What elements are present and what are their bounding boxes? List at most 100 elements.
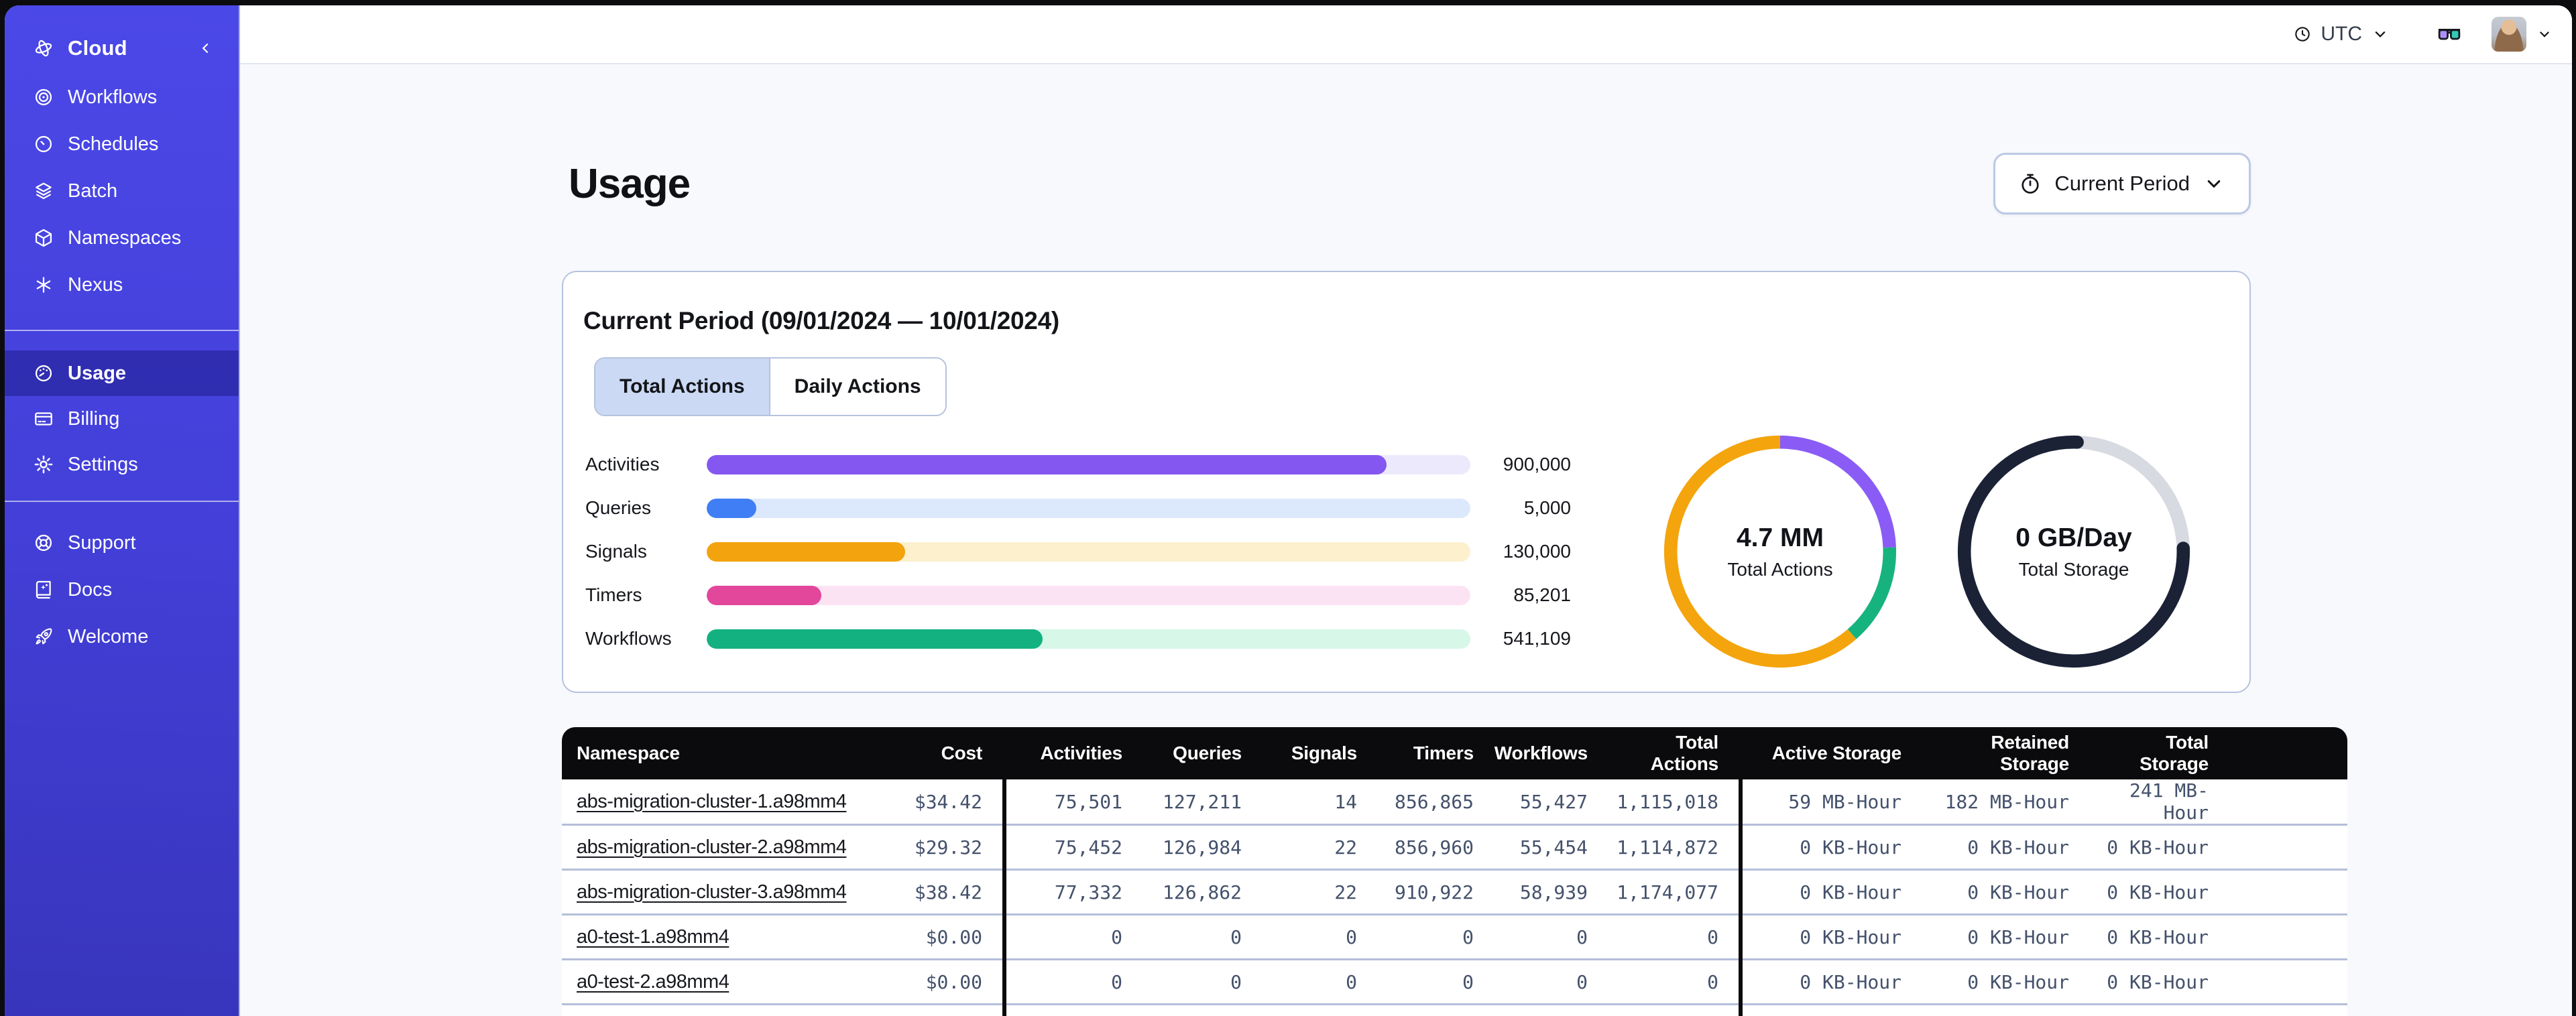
period-selector-button[interactable]: Current Period: [1993, 153, 2251, 214]
value-cell: 0: [1262, 913, 1377, 960]
tab-daily-actions[interactable]: Daily Actions: [768, 359, 945, 415]
usage-gauge-icon: [33, 363, 54, 384]
sidebar-item-docs[interactable]: Docs: [5, 566, 239, 613]
sidebar-item-support[interactable]: Support: [5, 519, 239, 566]
nexus-asterisk-icon: [33, 274, 54, 296]
namespace-link[interactable]: a0-test-1.a98mm4: [577, 926, 729, 948]
tab-total-actions[interactable]: Total Actions: [595, 359, 769, 415]
usage-bar-row-activities: Activities 900,000: [585, 454, 1571, 474]
page-content: Usage Current Period Current Period (09/…: [240, 64, 2572, 1016]
column-header-total-actions[interactable]: Total Actions: [1608, 727, 1741, 779]
chevron-down-icon: [2202, 172, 2226, 196]
timezone-label: UTC: [2321, 23, 2362, 45]
sidebar-item-label: Nexus: [68, 273, 123, 296]
namespace-usage-table: Namespace Cost Activities Queries Signals Tim…: [562, 727, 2347, 1016]
sidebar-item-nexus[interactable]: Nexus: [5, 261, 239, 308]
column-header-workflows[interactable]: Workflows: [1494, 727, 1608, 779]
sidebar-divider: [5, 501, 239, 502]
welcome-rocket-icon: [33, 626, 54, 647]
sidebar-item-label: Docs: [68, 578, 113, 600]
bar-track: [707, 629, 1470, 649]
sidebar-item-namespaces[interactable]: Namespaces: [5, 214, 239, 261]
namespace-row-a0-test-1-a98mm4: a0-test-1.a98mm4 $0.00 0 0 0 0 0 0 0 KB-Hour 0 KB…: [562, 913, 2347, 960]
namespace-link[interactable]: a0-test-2.a98mm4: [577, 971, 729, 993]
schedules-icon: [33, 133, 54, 155]
column-header-total-storage[interactable]: Total Storage: [2104, 727, 2229, 779]
bar-fill: [707, 454, 1387, 474]
bar-fill: [707, 542, 906, 562]
value-cell: 127,211: [1143, 779, 1262, 825]
bar-value: 900,000: [1503, 454, 1571, 474]
value-cell: 0 KB-Hour: [1739, 824, 1922, 870]
value-cell: 1,115,018: [1608, 779, 1741, 825]
sidebar-item-label: Welcome: [68, 625, 149, 647]
sidebar-item-label: Workflows: [68, 86, 158, 108]
bar-track: [707, 498, 1470, 518]
workflows-icon: [33, 86, 54, 108]
namespace-link[interactable]: abs-migration-cluster-2.a98mm4: [577, 836, 847, 858]
filler-cell: [2229, 779, 2347, 825]
column-header-signals[interactable]: Signals: [1262, 727, 1377, 779]
value-cell: 58,939: [1494, 869, 1608, 915]
bar-track: [707, 542, 1470, 562]
stopwatch-icon: [2018, 172, 2042, 196]
column-header-cost[interactable]: Cost: [877, 727, 1004, 779]
page-title: Usage: [569, 160, 691, 207]
docs-book-icon: [33, 579, 54, 600]
sidebar-item-batch[interactable]: Batch: [5, 168, 239, 214]
value-cell: 22: [1262, 869, 1377, 915]
value-cell: 0: [1494, 913, 1608, 960]
value-cell: 1: [1494, 1003, 1608, 1016]
namespace-table-wrap: Namespace Cost Activities Queries Signals Tim…: [562, 727, 2347, 1016]
namespace-row-abs-migration-cluster-1-a98mm4: abs-migration-cluster-1.a98mm4 $34.42 75,5…: [562, 779, 2347, 825]
namespace-link[interactable]: abs-migration-cluster-1.a98mm4: [577, 791, 847, 812]
column-header-timers[interactable]: Timers: [1377, 727, 1494, 779]
sidebar-item-welcome[interactable]: Welcome: [5, 613, 239, 660]
timezone-selector[interactable]: UTC: [2289, 22, 2394, 46]
sidebar-item-schedules[interactable]: Schedules: [5, 121, 239, 168]
value-cell: 0 KB-Hour: [2104, 1003, 2229, 1016]
column-header-namespace[interactable]: Namespace: [562, 727, 877, 779]
value-cell: 0: [1143, 1003, 1262, 1016]
namespace-cell: abs-migration-cluster-3.a98mm4: [562, 869, 877, 915]
namespace-link[interactable]: abs-migration-cluster-3.a98mm4: [577, 881, 847, 903]
sidebar-item-label: Schedules: [68, 133, 159, 155]
value-cell: 0: [1608, 913, 1741, 960]
value-cell: 0 KB-Hour: [1922, 1003, 2104, 1016]
column-header-activities[interactable]: Activities: [1002, 727, 1143, 779]
value-cell: 856,865: [1377, 779, 1494, 825]
column-header-queries[interactable]: Queries: [1143, 727, 1262, 779]
bar-label: Workflows: [585, 628, 672, 649]
clock-icon: [2293, 25, 2312, 44]
usage-bar-row-timers: Timers 85,201: [585, 584, 1571, 605]
card-title: Current Period (09/01/2024 — 10/01/2024): [583, 307, 1059, 334]
sidebar-item-billing[interactable]: Billing: [5, 396, 239, 442]
value-cell: 14: [1262, 779, 1377, 825]
value-cell: 0 KB-Hour: [2104, 913, 2229, 960]
value-cell: 0 KB-Hour: [1739, 869, 1922, 915]
sidebar-brand[interactable]: Cloud: [5, 23, 239, 74]
value-cell: 0: [1262, 958, 1377, 1005]
current-period-card: Current Period (09/01/2024 — 10/01/2024)…: [562, 271, 2251, 693]
value-cell: 0 KB-Hour: [1922, 824, 2104, 870]
sidebar-item-usage[interactable]: Usage: [5, 351, 239, 396]
column-header-retained-storage[interactable]: Retained Storage: [1922, 727, 2104, 779]
period-selector-label: Current Period: [2054, 172, 2190, 195]
value-cell: 75,452: [1002, 824, 1143, 870]
sidebar-collapse-icon[interactable]: [197, 40, 215, 57]
value-cell: 0 KB-Hour: [1739, 958, 1922, 1005]
value-cell: 0: [1608, 958, 1741, 1005]
sidebar-item-label: Billing: [68, 407, 120, 430]
namespace-row-abs-migration-cluster-2-a98mm4: abs-migration-cluster-2.a98mm4 $29.32 75,4…: [562, 824, 2347, 870]
value-cell: $0.00: [877, 1003, 1004, 1016]
billing-card-icon: [33, 408, 54, 430]
value-cell: $29.32: [877, 824, 1004, 870]
sidebar-item-workflows[interactable]: Workflows: [5, 74, 239, 121]
chevron-down-icon: [2536, 25, 2553, 43]
appearance-glasses-button[interactable]: [2435, 20, 2463, 48]
account-menu[interactable]: [2492, 17, 2553, 52]
column-header-filler: [2229, 727, 2347, 779]
column-header-active-storage[interactable]: Active Storage: [1739, 727, 1922, 779]
sidebar-item-settings[interactable]: Settings: [5, 442, 239, 487]
value-cell: $0.00: [877, 913, 1004, 960]
